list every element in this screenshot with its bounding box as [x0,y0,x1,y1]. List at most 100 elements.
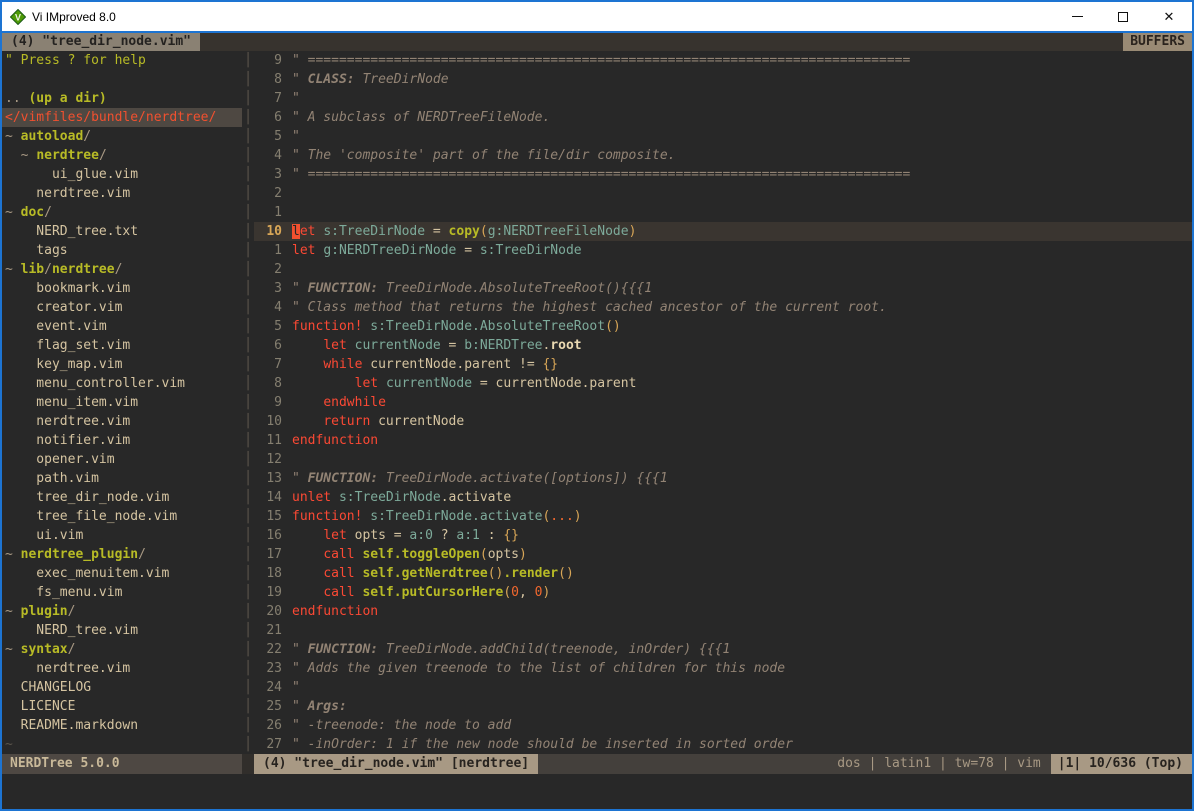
code-line[interactable]: 9 endwhile [254,393,1192,412]
tree-item[interactable]: nerdtree.vim [2,412,242,431]
statusline-fileinfo: dos | latin1 | tw=78 | vim [837,754,1051,774]
code-line[interactable]: 16 let opts = a:0 ? a:1 : {} [254,526,1192,545]
code-line[interactable]: 22" FUNCTION: TreeDirNode.addChild(treen… [254,640,1192,659]
title-bar[interactable]: V Vi IMproved 8.0 ✕ [2,2,1192,31]
code-line[interactable]: 6 let currentNode = b:NERDTree.root [254,336,1192,355]
syntax-segment: ? [433,528,456,543]
tree-item[interactable]: exec_menuitem.vim [2,564,242,583]
tree-item[interactable]: ~ nerdtree/ [2,146,242,165]
tree-item[interactable]: ui_glue.vim [2,165,242,184]
code-line[interactable]: 19 call self.putCursorHere(0, 0) [254,583,1192,602]
code-line[interactable]: 10 return currentNode [254,412,1192,431]
code-line[interactable]: 20endfunction [254,602,1192,621]
tree-item[interactable]: ~ doc/ [2,203,242,222]
code-line[interactable]: 21 [254,621,1192,640]
code-line[interactable]: 4" Class method that returns the highest… [254,298,1192,317]
tree-item[interactable]: README.markdown [2,716,242,735]
tree-item[interactable]: " Press ? for help [2,51,242,70]
tree-item[interactable]: LICENCE [2,697,242,716]
minimize-button[interactable] [1054,2,1100,31]
tree-item[interactable]: flag_set.vim [2,336,242,355]
code-line[interactable]: 5" [254,127,1192,146]
code-line[interactable]: 15function! s:TreeDirNode.activate(...) [254,507,1192,526]
code-line[interactable]: 23" Adds the given treenode to the list … [254,659,1192,678]
code-line[interactable]: 6" A subclass of NERDTreeFileNode. [254,108,1192,127]
syntax-segment: syntax [21,642,68,657]
tree-item[interactable] [2,70,242,89]
tree-item[interactable]: NERD_tree.vim [2,621,242,640]
code-line-current[interactable]: 10let s:TreeDirNode = copy(g:NERDTreeFil… [254,222,1192,241]
tree-item[interactable]: menu_item.vim [2,393,242,412]
tree-item[interactable]: .. (up a dir) [2,89,242,108]
separator-glyph: │ [242,431,254,450]
code-line[interactable]: 17 call self.toggleOpen(opts) [254,545,1192,564]
tree-item[interactable]: nerdtree.vim [2,184,242,203]
code-line[interactable]: 1let g:NERDTreeDirNode = s:TreeDirNode [254,241,1192,260]
tree-item[interactable]: ui.vim [2,526,242,545]
tree-item[interactable]: nerdtree.vim [2,659,242,678]
code-line[interactable]: 2 [254,260,1192,279]
tab-tree-dir-node[interactable]: (4) "tree_dir_node.vim" [2,33,200,51]
syntax-segment: copy [449,224,480,239]
tree-item[interactable]: CHANGELOG [2,678,242,697]
tree-item[interactable]: creator.vim [2,298,242,317]
tree-item[interactable]: ~ nerdtree_plugin/ [2,545,242,564]
code-line[interactable]: 5function! s:TreeDirNode.AbsoluteTreeRoo… [254,317,1192,336]
separator-glyph: │ [242,70,254,89]
tree-item[interactable]: ~ autoload/ [2,127,242,146]
code-line[interactable]: 24" [254,678,1192,697]
syntax-segment: ~ [5,642,21,657]
tree-item[interactable]: key_map.vim [2,355,242,374]
code-line[interactable]: 3" FUNCTION: TreeDirNode.AbsoluteTreeRoo… [254,279,1192,298]
tree-item[interactable]: opener.vim [2,450,242,469]
code-text: " Class method that returns the highest … [282,298,887,317]
code-line[interactable]: 8 let currentNode = currentNode.parent [254,374,1192,393]
tree-item[interactable]: tags [2,241,242,260]
code-line[interactable]: 7 while currentNode.parent != {} [254,355,1192,374]
tree-item[interactable]: ~ lib/nerdtree/ [2,260,242,279]
code-line[interactable]: 11endfunction [254,431,1192,450]
tree-item[interactable]: menu_controller.vim [2,374,242,393]
code-text: " A subclass of NERDTreeFileNode. [282,108,550,127]
code-line[interactable]: 14unlet s:TreeDirNode.activate [254,488,1192,507]
tree-item[interactable]: path.vim [2,469,242,488]
code-line[interactable]: 25" Args: [254,697,1192,716]
code-line[interactable]: 3" =====================================… [254,165,1192,184]
line-number: 6 [254,336,282,355]
code-line[interactable]: 1 [254,203,1192,222]
tabline: (4) "tree_dir_node.vim" BUFFERS [2,33,1192,51]
code-line[interactable]: 7" [254,89,1192,108]
tree-item[interactable]: tree_file_node.vim [2,507,242,526]
code-line[interactable]: 9" =====================================… [254,51,1192,70]
tree-item[interactable]: NERD_tree.txt [2,222,242,241]
tree-item[interactable]: fs_menu.vim [2,583,242,602]
tree-item[interactable]: ~ [2,735,242,754]
code-line[interactable]: 2 [254,184,1192,203]
code-line[interactable]: 8" CLASS: TreeDirNode [254,70,1192,89]
tree-item[interactable]: ~ plugin/ [2,602,242,621]
code-line[interactable]: 12 [254,450,1192,469]
command-line[interactable] [2,774,1192,809]
code-line[interactable]: 18 call self.getNerdtree().render() [254,564,1192,583]
code-text [282,450,292,469]
syntax-segment: : [480,528,503,543]
tree-item[interactable]: bookmark.vim [2,279,242,298]
code-text: " FUNCTION: TreeDirNode.addChild(treenod… [282,640,730,659]
separator-glyph: │ [242,336,254,355]
tree-root-item[interactable]: </vimfiles/bundle/nerdtree/ [2,108,242,127]
syntax-segment: " [292,281,308,296]
separator-glyph: │ [242,279,254,298]
close-button[interactable]: ✕ [1146,2,1192,31]
code-line[interactable]: 27" -inOrder: 1 if the new node should b… [254,735,1192,754]
tree-item[interactable]: notifier.vim [2,431,242,450]
syntax-segment: endfunction [292,604,378,619]
code-line[interactable]: 4" The 'composite' part of the file/dir … [254,146,1192,165]
syntax-segment: ) [519,547,527,562]
window-split-separator[interactable]: │││││││││││││││││││││││││││││││││││││ [242,51,254,754]
code-line[interactable]: 26" -treenode: the node to add [254,716,1192,735]
code-line[interactable]: 13" FUNCTION: TreeDirNode.activate([opti… [254,469,1192,488]
tree-item[interactable]: ~ syntax/ [2,640,242,659]
maximize-button[interactable] [1100,2,1146,31]
tree-item[interactable]: event.vim [2,317,242,336]
tree-item[interactable]: tree_dir_node.vim [2,488,242,507]
